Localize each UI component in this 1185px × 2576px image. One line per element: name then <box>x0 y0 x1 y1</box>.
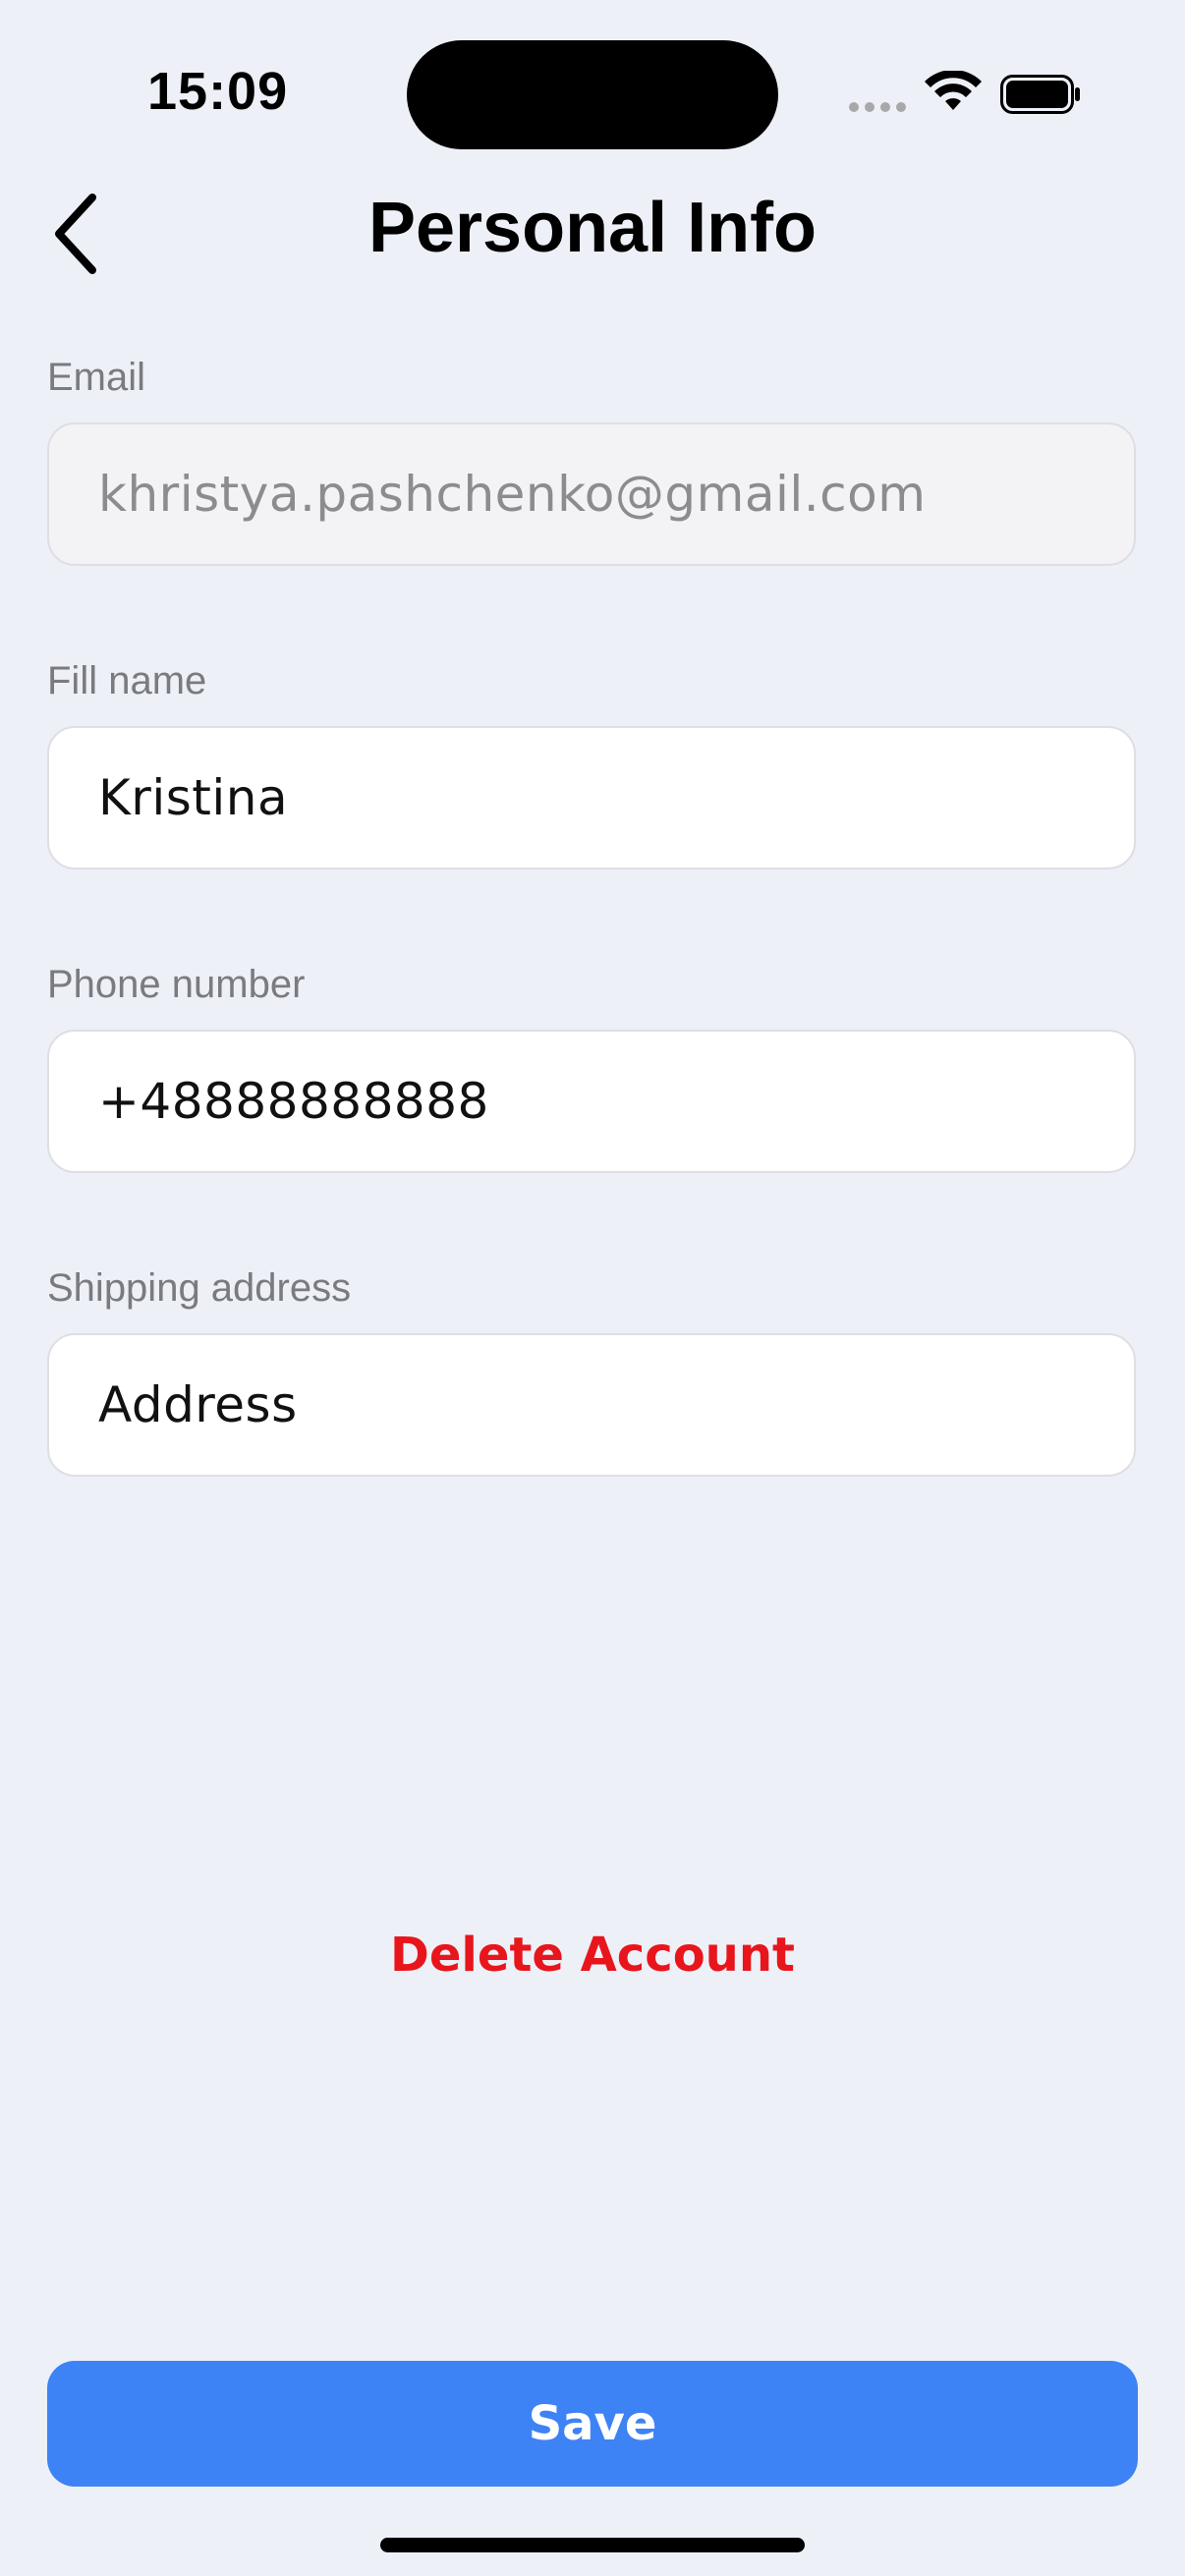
navigation-header: Personal Info <box>0 167 1185 285</box>
dynamic-island <box>407 40 778 149</box>
full-name-field[interactable]: Kristina <box>47 726 1136 869</box>
status-bar: 15:09 <box>0 0 1185 167</box>
status-time: 15:09 <box>147 62 289 121</box>
save-button[interactable]: Save <box>47 2361 1138 2487</box>
full-name-label: Fill name <box>47 659 207 702</box>
delete-account-button[interactable]: Delete Account <box>0 1928 1185 1983</box>
shipping-address-label: Shipping address <box>47 1266 352 1310</box>
battery-icon <box>1000 75 1080 114</box>
email-field: khristya.pashchenko@gmail.com <box>47 422 1136 566</box>
home-indicator <box>380 2538 805 2552</box>
wifi-icon <box>925 71 982 110</box>
email-label: Email <box>47 356 146 399</box>
phone-field[interactable]: +48888888888 <box>47 1030 1136 1173</box>
signal-dots-icon <box>849 102 906 112</box>
phone-label: Phone number <box>47 963 306 1006</box>
page-title: Personal Info <box>367 189 818 267</box>
shipping-address-field[interactable]: Address <box>47 1333 1136 1477</box>
